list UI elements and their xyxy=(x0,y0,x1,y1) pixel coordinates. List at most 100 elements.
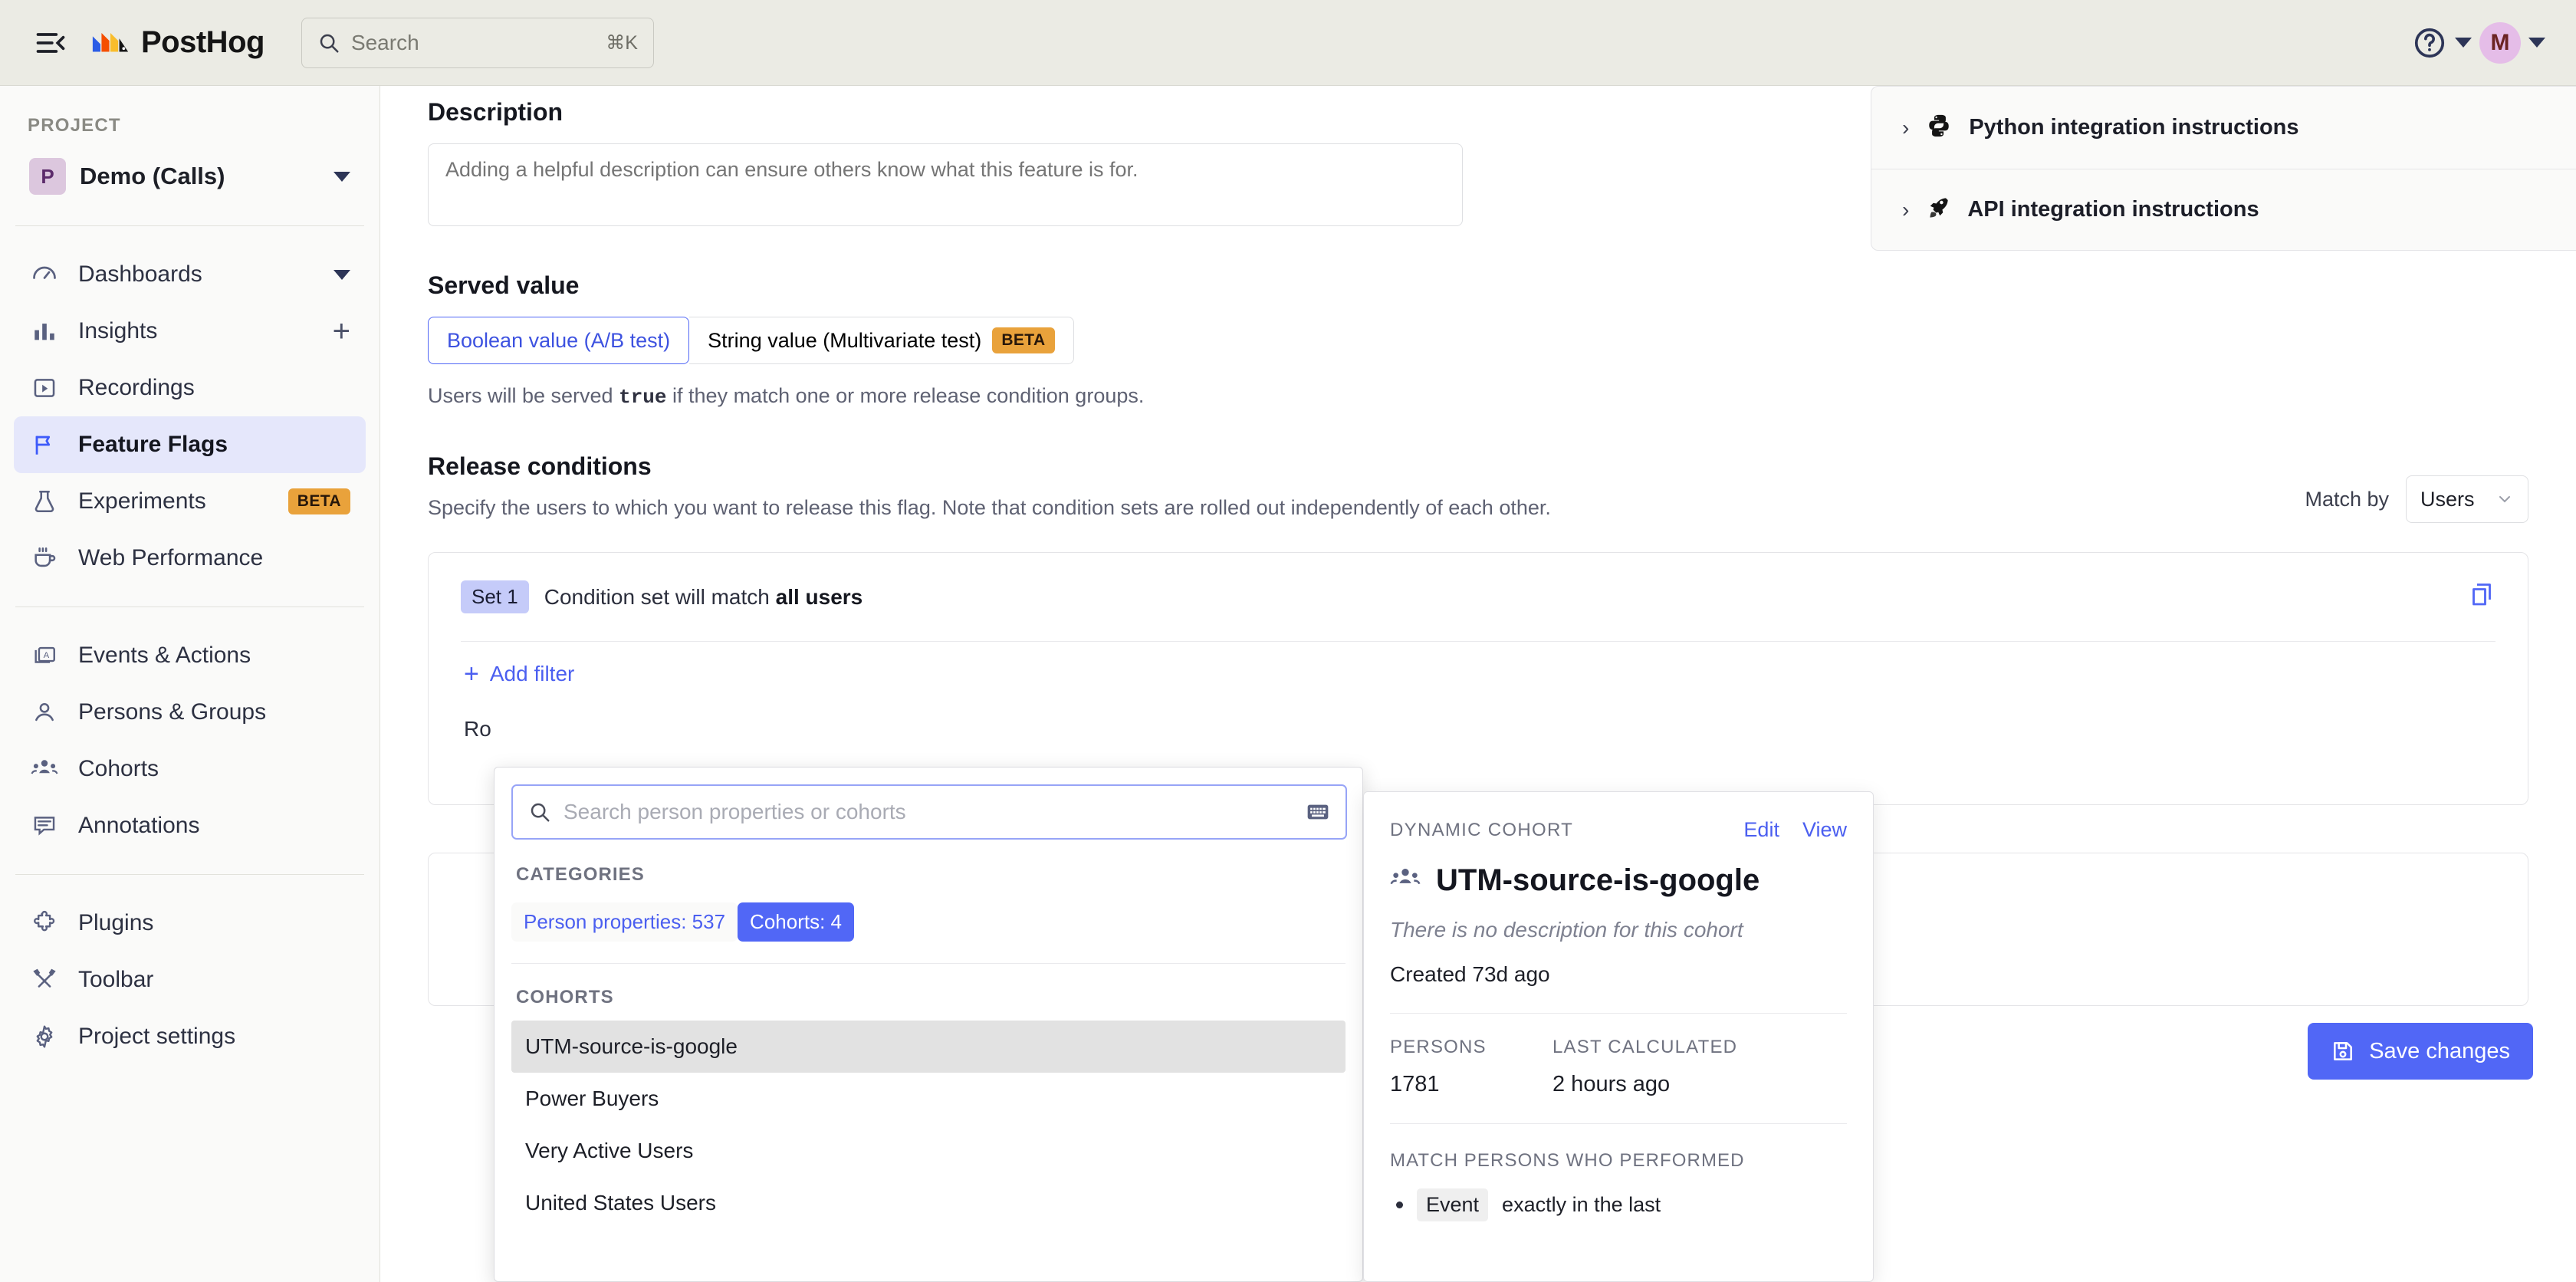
categories-label: CATEGORIES xyxy=(516,864,645,885)
sidebar-item-cohorts[interactable]: Cohorts xyxy=(14,741,366,797)
cohort-match-criterion: Event exactly in the last xyxy=(1390,1188,1847,1221)
add-insight-icon[interactable]: + xyxy=(333,316,350,347)
cohort-view-link[interactable]: View xyxy=(1802,818,1847,842)
user-menu-caret-icon[interactable] xyxy=(2528,38,2545,48)
served-value-string-option[interactable]: String value (Multivariate test) BETA xyxy=(689,317,1074,364)
sidebar-section-label: PROJECT xyxy=(28,115,121,136)
cohort-divider xyxy=(1390,1013,1847,1014)
sidebar-collapse-icon[interactable] xyxy=(31,23,71,63)
sidebar-item-toolbar[interactable]: Toolbar xyxy=(14,952,366,1008)
beta-badge: BETA xyxy=(992,327,1055,353)
list-item[interactable]: United States Users xyxy=(511,1177,1346,1229)
brand-logo[interactable]: PostHog xyxy=(90,23,264,63)
cohort-title: UTM-source-is-google xyxy=(1436,863,1760,897)
flask-icon xyxy=(29,486,60,517)
served-value-section: Served value Boolean value (A/B test) St… xyxy=(428,271,1144,409)
sidebar-item-project-settings[interactable]: Project settings xyxy=(14,1008,366,1065)
sidebar-item-events-actions[interactable]: A Events & Actions xyxy=(14,627,366,684)
condition-set-header: Set 1 Condition set will match all users xyxy=(429,553,2528,613)
api-integration-label: API integration instructions xyxy=(1967,197,2259,222)
sidebar-item-experiments[interactable]: Experiments BETA xyxy=(14,473,366,530)
release-conditions-section: Release conditions Specify the users to … xyxy=(428,452,2528,523)
list-item[interactable]: Power Buyers xyxy=(511,1073,1346,1125)
question-circle-icon[interactable] xyxy=(2412,25,2447,61)
condition-set-divider xyxy=(461,641,2496,642)
served-value-toggle: Boolean value (A/B test) String value (M… xyxy=(428,317,1144,364)
served-value-boolean-option[interactable]: Boolean value (A/B test) xyxy=(428,317,690,364)
search-icon xyxy=(531,803,550,822)
svg-text:A: A xyxy=(44,651,50,660)
api-integration-row[interactable]: › API integration instructions xyxy=(1871,169,2576,250)
description-title: Description xyxy=(428,98,564,126)
integration-instructions-panel: › Python integration instructions › API … xyxy=(1871,86,2576,251)
cohort-created: Created 73d ago xyxy=(1390,962,1550,986)
sidebar-item-insights[interactable]: Insights + xyxy=(14,303,366,360)
sidebar-item-label: Project settings xyxy=(78,1024,236,1049)
project-switcher[interactable]: P Demo (Calls) xyxy=(20,147,360,205)
sidebar-item-label: Events & Actions xyxy=(78,643,251,668)
global-search-input[interactable]: Search ⌘K xyxy=(301,17,654,68)
events-icon: A xyxy=(29,640,60,671)
chip-person-properties[interactable]: Person properties: 537 xyxy=(511,902,738,942)
sidebar-item-plugins[interactable]: Plugins xyxy=(14,895,366,952)
category-chips: Person properties: 537 Cohorts: 4 xyxy=(511,902,1346,942)
cohort-option-list: UTM-source-is-google Power Buyers Very A… xyxy=(511,1021,1346,1229)
person-icon xyxy=(29,697,60,728)
python-icon xyxy=(1926,113,1952,143)
release-conditions-description: Specify the users to which you want to r… xyxy=(428,496,1551,519)
condition-set-pill: Set 1 xyxy=(461,580,529,613)
python-integration-row[interactable]: › Python integration instructions xyxy=(1871,87,2576,169)
served-note-suffix: if they match one or more release condit… xyxy=(672,384,1145,407)
python-integration-label: Python integration instructions xyxy=(1969,115,2299,140)
posthog-hedgehog-icon xyxy=(92,32,129,52)
save-changes-button[interactable]: Save changes xyxy=(2308,1023,2533,1080)
brand-name: PostHog xyxy=(141,25,264,59)
project-name: Demo (Calls) xyxy=(80,163,225,189)
match-by-select[interactable]: Users xyxy=(2406,475,2528,523)
description-textarea[interactable] xyxy=(428,143,1463,226)
sidebar-item-persons-groups[interactable]: Persons & Groups xyxy=(14,684,366,741)
cohort-persons-stat: PERSONS 1781 xyxy=(1390,1037,1552,1097)
list-item[interactable]: UTM-source-is-google xyxy=(511,1021,1346,1073)
sidebar-item-label: Annotations xyxy=(78,813,200,838)
keyboard-icon[interactable] xyxy=(1306,800,1330,823)
cohort-last-calculated-stat: LAST CALCULATED 2 hours ago xyxy=(1552,1037,1737,1097)
user-avatar[interactable]: M xyxy=(2479,21,2521,64)
sidebar-item-annotations[interactable]: Annotations xyxy=(14,797,366,854)
sidebar-item-recordings[interactable]: Recordings xyxy=(14,360,366,416)
cohort-match-label: MATCH PERSONS WHO PERFORMED xyxy=(1390,1150,1745,1171)
bullet-dot-icon xyxy=(1396,1201,1403,1208)
cohort-edit-link[interactable]: Edit xyxy=(1743,818,1779,842)
save-changes-label: Save changes xyxy=(2369,1038,2510,1063)
sidebar-item-label: Cohorts xyxy=(78,756,159,781)
search-shortcut-hint: ⌘K xyxy=(606,31,638,54)
cohort-persons-value: 1781 xyxy=(1390,1072,1440,1096)
cohort-type-label: DYNAMIC COHORT xyxy=(1390,819,1574,840)
add-filter-label: Add filter xyxy=(489,662,575,685)
sidebar-item-web-performance[interactable]: Web Performance xyxy=(14,530,366,587)
match-by-value: Users xyxy=(2420,487,2475,511)
tools-icon xyxy=(29,965,60,995)
cohort-persons-label: PERSONS xyxy=(1390,1037,1487,1057)
duplicate-condition-set-icon[interactable] xyxy=(2468,581,2496,613)
add-filter-button[interactable]: + Add filter xyxy=(464,661,2528,687)
chip-cohorts[interactable]: Cohorts: 4 xyxy=(738,902,854,942)
list-item[interactable]: Very Active Users xyxy=(511,1125,1346,1177)
cohort-detail-card: DYNAMIC COHORT Edit View UTM-source-is-g… xyxy=(1363,791,1874,1282)
sidebar-item-dashboards[interactable]: Dashboards xyxy=(14,246,366,303)
top-bar: PostHog Search ⌘K M xyxy=(0,0,2576,86)
cohort-description: There is no description for this cohort xyxy=(1390,918,1743,942)
chevron-down-icon[interactable] xyxy=(334,171,350,182)
chevron-down-icon[interactable] xyxy=(334,269,350,280)
served-value-string-label: String value (Multivariate test) xyxy=(708,328,982,352)
sidebar-divider xyxy=(15,606,364,607)
cohort-match-rest: exactly in the last xyxy=(1502,1193,1661,1216)
property-search-input[interactable]: Search person properties or cohorts xyxy=(511,784,1347,840)
match-by-label: Match by xyxy=(2305,487,2389,511)
sidebar-item-label: Plugins xyxy=(78,910,154,935)
puzzle-icon xyxy=(29,908,60,938)
sidebar-divider xyxy=(15,874,364,875)
gear-icon xyxy=(29,1021,60,1052)
sidebar-item-feature-flags[interactable]: Feature Flags xyxy=(14,416,366,473)
help-menu-caret-icon[interactable] xyxy=(2455,38,2472,48)
